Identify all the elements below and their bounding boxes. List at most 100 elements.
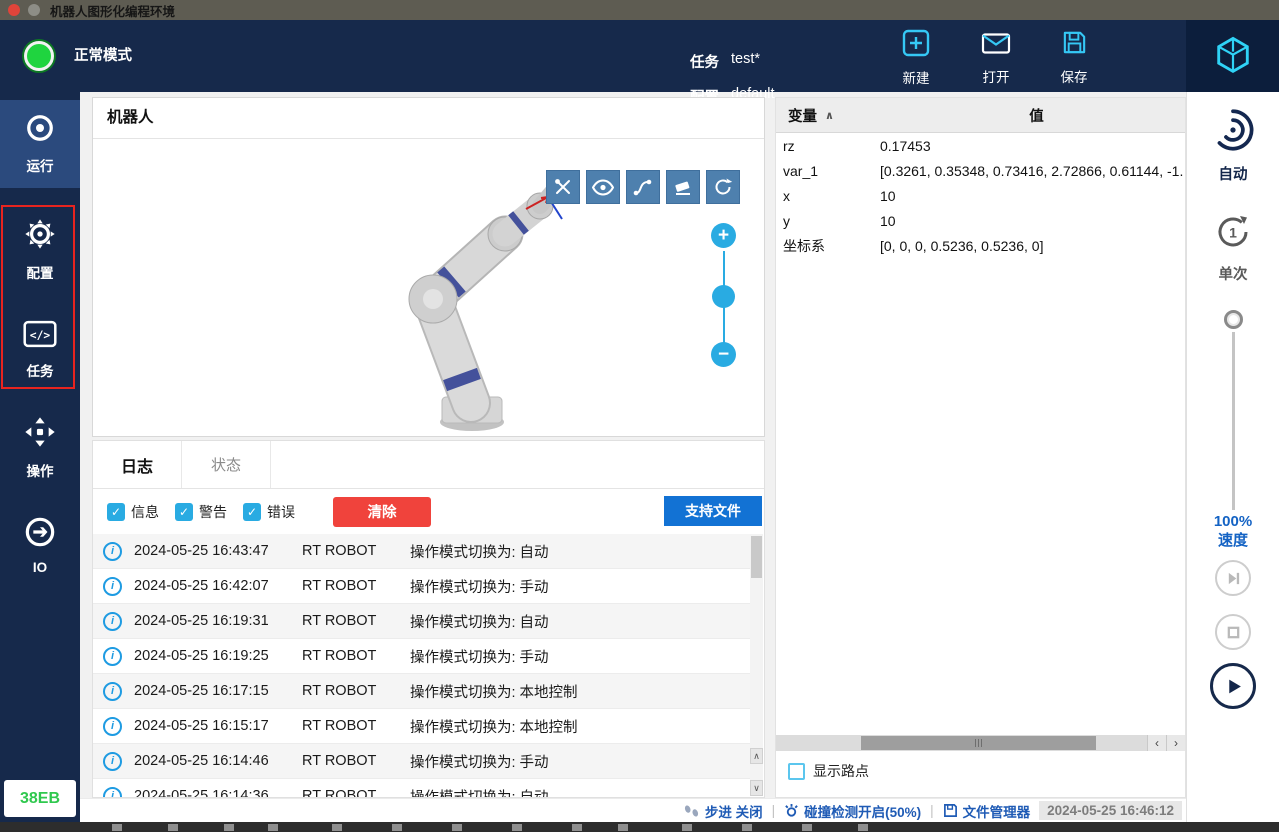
normal-mode-indicator bbox=[24, 41, 54, 71]
log-entry-row[interactable]: i 2024-05-25 16:19:31 RT ROBOT 操作模式切换为: … bbox=[93, 604, 750, 639]
log-entry-row[interactable]: i 2024-05-25 16:17:15 RT ROBOT 操作模式切换为: … bbox=[93, 674, 750, 709]
variables-horizontal-scrollbar[interactable]: ‹ › bbox=[776, 735, 1185, 751]
log-entry-row[interactable]: i 2024-05-25 16:43:47 RT ROBOT 操作模式切换为: … bbox=[93, 534, 750, 569]
value-column-label: 值 bbox=[1029, 108, 1044, 125]
info-icon: i bbox=[103, 611, 122, 631]
cube-logo-icon bbox=[1216, 36, 1249, 74]
step-forward-button[interactable] bbox=[1215, 560, 1251, 596]
scroll-up-button[interactable]: ∧ bbox=[750, 748, 763, 764]
filter-error-checkbox[interactable]: ✓ 错误 bbox=[243, 502, 295, 522]
variable-row[interactable]: x 10 bbox=[776, 183, 1185, 208]
file-manager-button[interactable]: 文件管理器 bbox=[943, 801, 1030, 821]
status-bar: 步进 关闭 | 碰撞检测开启(50%) | 文件管理器 2024-05-25 1… bbox=[80, 798, 1186, 822]
sidebar-item-operate[interactable]: 操作 bbox=[0, 408, 80, 488]
task-label: 任务 bbox=[690, 55, 719, 71]
log-source: RT ROBOT bbox=[302, 788, 377, 797]
robot-3d-panel: 机器人 + − bbox=[92, 97, 765, 437]
log-source: RT ROBOT bbox=[302, 613, 377, 629]
log-scrollbar-thumb[interactable] bbox=[751, 536, 762, 578]
speed-slider-handle[interactable] bbox=[1224, 310, 1243, 329]
clear-log-button[interactable]: 清除 bbox=[333, 496, 431, 527]
taskbar-thumbnail[interactable] bbox=[682, 823, 692, 831]
taskbar-thumbnail[interactable] bbox=[802, 823, 812, 831]
log-message: 操作模式切换为: 手动 bbox=[410, 649, 549, 666]
scroll-right-button[interactable]: › bbox=[1166, 735, 1185, 751]
tools-button[interactable] bbox=[546, 170, 580, 204]
auto-mode-button[interactable]: 自动 bbox=[1187, 108, 1279, 184]
checkbox-checked-icon: ✓ bbox=[243, 502, 261, 521]
move-arrows-icon bbox=[24, 416, 56, 453]
taskbar-thumbnail[interactable] bbox=[112, 823, 122, 831]
variables-column-label: 变量 bbox=[788, 108, 817, 125]
taskbar-thumbnail[interactable] bbox=[224, 823, 234, 831]
path-button[interactable] bbox=[626, 170, 660, 204]
step-forward-icon bbox=[1228, 572, 1239, 584]
log-entry-row[interactable]: i 2024-05-25 16:42:07 RT ROBOT 操作模式切换为: … bbox=[93, 569, 750, 604]
variable-row[interactable]: 坐标系 [0, 0, 0, 0.5236, 0.5236, 0] bbox=[776, 233, 1185, 258]
sidebar-item-run[interactable]: 运行 bbox=[0, 100, 80, 188]
new-button[interactable]: 新建 bbox=[885, 29, 947, 87]
log-entry-row[interactable]: i 2024-05-25 16:14:46 RT ROBOT 操作模式切换为: … bbox=[93, 744, 750, 779]
collision-detection-status[interactable]: 碰撞检测开启(50%) bbox=[784, 801, 921, 821]
tab-log[interactable]: 日志 bbox=[93, 441, 182, 488]
taskbar-thumbnail[interactable] bbox=[858, 823, 868, 831]
stop-button[interactable] bbox=[1215, 614, 1251, 650]
annotation-rectangle bbox=[1, 205, 75, 389]
scroll-down-button[interactable]: ∨ bbox=[750, 780, 763, 796]
log-message: 操作模式切换为: 本地控制 bbox=[410, 684, 578, 701]
info-icon: i bbox=[103, 576, 122, 596]
taskbar-thumbnail[interactable] bbox=[392, 823, 402, 831]
tab-status[interactable]: 状态 bbox=[182, 441, 271, 488]
play-button[interactable] bbox=[1210, 663, 1256, 709]
show-waypoints-toggle[interactable]: 显示路点 bbox=[788, 761, 869, 781]
variable-row[interactable]: var_1 [0.3261, 0.35348, 0.73416, 2.72866… bbox=[776, 158, 1185, 183]
zoom-out-button[interactable]: − bbox=[711, 342, 736, 367]
log-timestamp: 2024-05-25 16:19:31 bbox=[134, 613, 269, 629]
open-button[interactable]: 打开 bbox=[965, 29, 1027, 86]
taskbar-thumbnail[interactable] bbox=[618, 823, 628, 831]
log-source: RT ROBOT bbox=[302, 543, 377, 559]
log-scrollbar[interactable]: ∧ ∨ bbox=[750, 534, 763, 796]
save-button[interactable]: 保存 bbox=[1043, 29, 1105, 86]
zoom-in-button[interactable]: + bbox=[711, 223, 736, 248]
io-circle-arrow-icon bbox=[24, 516, 56, 553]
taskbar-thumbnail[interactable] bbox=[572, 823, 582, 831]
taskbar-thumbnail[interactable] bbox=[268, 823, 278, 831]
separator: | bbox=[771, 803, 776, 818]
taskbar-thumbnail[interactable] bbox=[452, 823, 462, 831]
log-entry-row[interactable]: i 2024-05-25 16:15:17 RT ROBOT 操作模式切换为: … bbox=[93, 709, 750, 744]
taskbar-thumbnail[interactable] bbox=[512, 823, 522, 831]
variable-value: [0, 0, 0, 0.5236, 0.5236, 0] bbox=[880, 237, 1044, 254]
speed-slider-track[interactable] bbox=[1232, 332, 1235, 510]
log-entry-row[interactable]: i 2024-05-25 16:14:36 RT ROBOT 操作模式切换为: … bbox=[93, 779, 750, 797]
taskbar-thumbnail[interactable] bbox=[742, 823, 752, 831]
step-mode-status[interactable]: 步进 关闭 bbox=[683, 801, 763, 821]
window-close-button[interactable] bbox=[8, 4, 20, 16]
stop-icon bbox=[1227, 626, 1239, 638]
variable-row[interactable]: rz 0.17453 bbox=[776, 133, 1185, 158]
zoom-slider-handle[interactable] bbox=[712, 285, 735, 308]
log-message: 操作模式切换为: 自动 bbox=[410, 614, 549, 631]
scroll-left-button[interactable]: ‹ bbox=[1147, 735, 1166, 751]
taskbar-thumbnail[interactable] bbox=[332, 823, 342, 831]
support-files-button[interactable]: 支持文件 bbox=[664, 496, 762, 526]
robot-3d-viewport[interactable]: + − bbox=[93, 139, 764, 437]
visibility-eye-button[interactable] bbox=[586, 170, 620, 204]
log-message: 操作模式切换为: 手动 bbox=[410, 754, 549, 771]
window-minimize-button[interactable] bbox=[28, 4, 40, 16]
eraser-button[interactable] bbox=[666, 170, 700, 204]
speed-readout: 100% 速度 bbox=[1187, 512, 1279, 550]
robot-panel-title: 机器人 bbox=[93, 98, 764, 139]
open-file-icon bbox=[981, 29, 1011, 61]
variable-row[interactable]: y 10 bbox=[776, 208, 1185, 233]
taskbar-thumbnail[interactable] bbox=[168, 823, 178, 831]
taskbar-strip bbox=[0, 822, 1279, 832]
variable-value: 10 bbox=[880, 212, 896, 229]
hscroll-thumb[interactable] bbox=[861, 736, 1096, 750]
collapse-caret-icon[interactable]: ∧ bbox=[825, 109, 834, 122]
filter-warning-checkbox[interactable]: ✓ 警告 bbox=[175, 502, 227, 522]
single-run-button[interactable]: 1 单次 bbox=[1187, 212, 1279, 284]
sidebar-item-io[interactable]: IO bbox=[0, 505, 80, 585]
filter-info-checkbox[interactable]: ✓ 信息 bbox=[107, 502, 159, 522]
log-entry-row[interactable]: i 2024-05-25 16:19:25 RT ROBOT 操作模式切换为: … bbox=[93, 639, 750, 674]
